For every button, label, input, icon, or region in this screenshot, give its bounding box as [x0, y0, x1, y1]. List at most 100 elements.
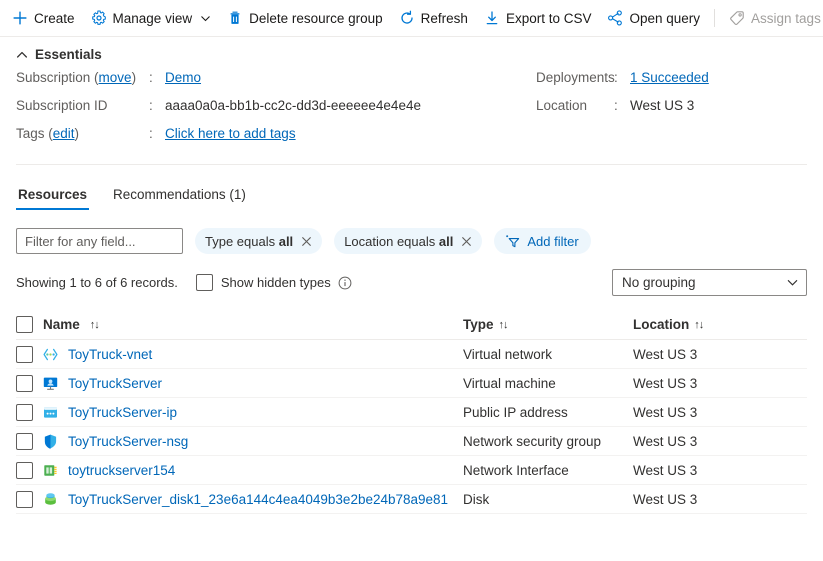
- download-icon: [484, 10, 500, 26]
- essentials-right-column: Deployments : 1 Succeeded Location : Wes…: [536, 70, 709, 154]
- filter-bar: Type equals all Location equals all Add …: [0, 210, 823, 254]
- row-name-cell: ToyTruckServer: [16, 374, 463, 392]
- subscription-move-link[interactable]: move: [99, 70, 132, 85]
- deployments-value-link[interactable]: 1 Succeeded: [630, 70, 709, 85]
- sort-icon[interactable]: ↑↓: [499, 319, 509, 331]
- toolbar-bottom-rule: [0, 36, 823, 37]
- table-row[interactable]: ToyTruckServer-ip Public IP address West…: [16, 398, 807, 427]
- resource-link[interactable]: ToyTruckServer-ip: [68, 405, 177, 420]
- tab-strip: Resources Recommendations (1): [0, 165, 823, 210]
- row-checkbox[interactable]: [16, 374, 33, 392]
- colon: :: [149, 98, 153, 113]
- table-row[interactable]: toytruckserver154 Network Interface West…: [16, 456, 807, 485]
- add-tags-link[interactable]: Click here to add tags: [165, 126, 296, 141]
- filter-chip-location-text: Location equals all: [344, 233, 454, 249]
- colon: :: [149, 70, 153, 85]
- show-hidden-types-checkbox[interactable]: [195, 274, 213, 291]
- add-filter-label: Add filter: [527, 233, 579, 249]
- subscription-id-value: aaaa0a0a-bb1b-cc2c-dd3d-eeeeee4e4e4e: [165, 98, 421, 113]
- resource-link[interactable]: ToyTruckServer_disk1_23e6a144c4ea4049b3e…: [68, 492, 448, 507]
- row-type-cell: Virtual network: [463, 346, 553, 362]
- resource-link[interactable]: ToyTruckServer: [68, 376, 162, 391]
- row-location-cell: West US 3: [633, 346, 698, 362]
- table-header-row: Name ↑↓ Type ↑↓ Location ↑↓: [16, 310, 807, 340]
- row-name-cell: ToyTruckServer-ip: [16, 403, 463, 421]
- column-header-name[interactable]: Name ↑↓: [16, 316, 463, 333]
- row-checkbox[interactable]: [16, 403, 33, 421]
- column-header-location[interactable]: Location ↑↓: [633, 317, 807, 332]
- close-icon[interactable]: [301, 236, 312, 247]
- refresh-label: Refresh: [420, 10, 468, 26]
- tags-edit-link[interactable]: edit: [53, 126, 75, 141]
- colon: :: [614, 98, 618, 113]
- table-row[interactable]: ToyTruckServer Virtual machine West US 3: [16, 369, 807, 398]
- manage-view-label: Manage view: [112, 10, 193, 26]
- select-all-checkbox[interactable]: [16, 316, 33, 333]
- column-header-type-label: Type: [463, 317, 494, 332]
- row-checkbox[interactable]: [16, 345, 33, 363]
- toolbar-divider: [714, 9, 716, 27]
- essentials-toggle[interactable]: Essentials: [0, 37, 118, 68]
- sort-icon[interactable]: ↑↓: [90, 319, 100, 331]
- resource-link[interactable]: ToyTruckServer-nsg: [68, 434, 188, 449]
- virtual-network-icon: [42, 346, 59, 363]
- row-type-cell: Network security group: [463, 433, 602, 449]
- manage-view-button[interactable]: Manage view: [83, 3, 220, 33]
- tag-icon: [729, 10, 745, 26]
- delete-resource-group-label: Delete resource group: [249, 10, 383, 26]
- filter-chip-type[interactable]: Type equals all: [195, 228, 323, 254]
- query-graph-icon: [607, 10, 623, 26]
- refresh-button[interactable]: Refresh: [391, 3, 476, 33]
- row-type-cell: Virtual machine: [463, 375, 556, 391]
- chevron-up-icon: [16, 49, 28, 61]
- search-input[interactable]: [16, 228, 183, 254]
- grouping-dropdown[interactable]: No grouping: [612, 269, 807, 296]
- location-value: West US 3: [630, 98, 695, 113]
- assign-tags-button[interactable]: Assign tags: [721, 3, 823, 33]
- command-bar: Create Manage view Delete resource group: [0, 0, 823, 36]
- row-type-cell: Disk: [463, 491, 490, 507]
- resource-link[interactable]: toytruckserver154: [68, 463, 175, 478]
- filter-chip-type-value: all: [278, 233, 294, 249]
- open-query-label: Open query: [629, 10, 701, 26]
- row-checkbox[interactable]: [16, 490, 33, 508]
- resource-link[interactable]: ToyTruck-vnet: [68, 347, 152, 362]
- subscription-value-link[interactable]: Demo: [165, 70, 201, 85]
- deployments-label: Deployments: [536, 70, 615, 85]
- add-filter-button[interactable]: Add filter: [494, 228, 591, 254]
- row-checkbox[interactable]: [16, 461, 33, 479]
- network-interface-icon: [42, 462, 59, 479]
- open-query-button[interactable]: Open query: [599, 3, 708, 33]
- showing-records-text: Showing 1 to 6 of 6 records.: [16, 275, 178, 290]
- filter-chip-location[interactable]: Location equals all: [334, 228, 483, 254]
- export-to-csv-button[interactable]: Export to CSV: [476, 3, 600, 33]
- tab-recommendations[interactable]: Recommendations (1): [111, 183, 248, 210]
- refresh-icon: [399, 10, 415, 26]
- column-header-name-label: Name: [43, 317, 80, 332]
- trash-icon: [227, 10, 243, 26]
- row-checkbox[interactable]: [16, 432, 33, 450]
- tab-resources[interactable]: Resources: [16, 183, 90, 210]
- table-row[interactable]: ToyTruckServer_disk1_23e6a144c4ea4049b3e…: [16, 485, 807, 514]
- row-name-cell: ToyTruckServer-nsg: [16, 432, 463, 450]
- essentials-row-location: Location : West US 3: [536, 98, 709, 126]
- sort-icon[interactable]: ↑↓: [694, 319, 704, 331]
- row-type-cell: Public IP address: [463, 404, 568, 420]
- create-label: Create: [34, 10, 75, 26]
- colon: :: [149, 126, 153, 141]
- delete-resource-group-button[interactable]: Delete resource group: [219, 3, 391, 33]
- show-hidden-types-toggle[interactable]: Show hidden types: [195, 274, 331, 291]
- close-icon[interactable]: [461, 236, 472, 247]
- add-filter-icon: [504, 234, 521, 249]
- table-row[interactable]: ToyTruckServer-nsg Network security grou…: [16, 427, 807, 456]
- create-button[interactable]: Create: [4, 3, 83, 33]
- table-row[interactable]: ToyTruck-vnet Virtual network West US 3: [16, 340, 807, 369]
- row-location-cell: West US 3: [633, 433, 698, 449]
- essentials-row-deployments: Deployments : 1 Succeeded: [536, 70, 709, 98]
- info-icon[interactable]: [338, 276, 352, 290]
- public-ip-icon: [42, 404, 59, 421]
- row-name-cell: ToyTruckServer_disk1_23e6a144c4ea4049b3e…: [16, 490, 463, 508]
- resources-table: Name ↑↓ Type ↑↓ Location ↑↓ ToyTruck-vne…: [0, 310, 823, 514]
- chevron-down-icon: [200, 13, 211, 24]
- column-header-type[interactable]: Type ↑↓: [463, 317, 633, 332]
